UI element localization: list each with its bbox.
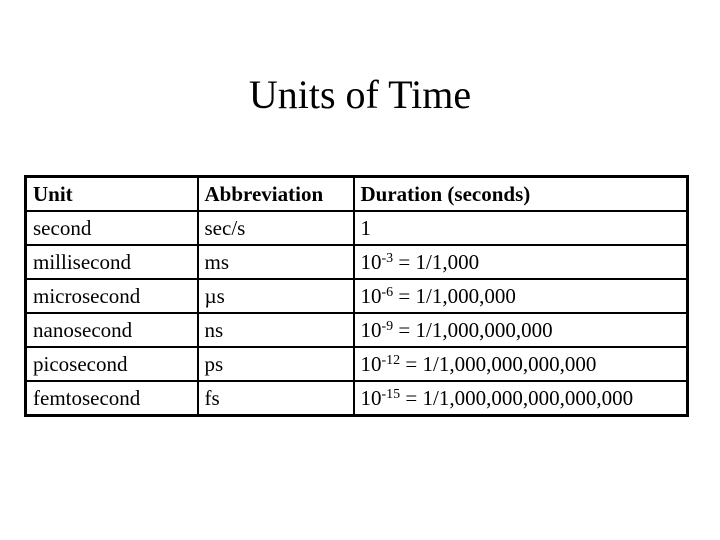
table-row: microsecond µs 10-6 = 1/1,000,000 <box>24 278 689 314</box>
duration-fraction: = 1/1,000,000,000,000,000 <box>400 385 634 410</box>
duration-exponent: -15 <box>381 386 401 402</box>
slide-title: Units of Time <box>248 72 472 117</box>
table-row: femtosecond fs 10-15 = 1/1,000,000,000,0… <box>24 380 689 417</box>
unit-cell: microsecond <box>24 278 199 314</box>
unit-cell: picosecond <box>24 346 199 382</box>
duration-base: 1 <box>360 215 372 240</box>
unit-cell: second <box>24 210 199 246</box>
duration-cell: 10-12 = 1/1,000,000,000,000 <box>352 346 689 382</box>
duration-base: 10 <box>360 249 382 274</box>
duration-exponent: -3 <box>381 250 394 266</box>
duration-cell: 10-3 = 1/1,000 <box>352 244 689 280</box>
duration-fraction: = 1/1,000 <box>393 249 480 274</box>
abbreviation-cell: µs <box>196 278 355 314</box>
duration-cell: 10-6 = 1/1,000,000 <box>352 278 689 314</box>
unit-cell: femtosecond <box>24 380 199 417</box>
duration-fraction: = 1/1,000,000,000,000 <box>400 351 597 376</box>
duration-base: 10 <box>360 283 382 308</box>
duration-base: 10 <box>360 385 382 410</box>
abbreviation-cell: ms <box>196 244 355 280</box>
abbreviation-cell: ns <box>196 312 355 348</box>
units-of-time-table: Unit Abbreviation Duration (seconds) sec… <box>24 175 689 417</box>
unit-cell: nanosecond <box>24 312 199 348</box>
header-unit: Unit <box>24 175 199 212</box>
duration-cell: 1 <box>352 210 689 246</box>
duration-exponent: -12 <box>381 352 401 368</box>
duration-cell: 10-9 = 1/1,000,000,000 <box>352 312 689 348</box>
abbreviation-cell: ps <box>196 346 355 382</box>
table-row: nanosecond ns 10-9 = 1/1,000,000,000 <box>24 312 689 348</box>
duration-cell: 10-15 = 1/1,000,000,000,000,000 <box>352 380 689 417</box>
duration-exponent: -6 <box>381 284 394 300</box>
header-abbreviation: Abbreviation <box>196 175 355 212</box>
table-row: second sec/s 1 <box>24 210 689 246</box>
duration-fraction: = 1/1,000,000,000 <box>393 317 553 342</box>
duration-exponent: -9 <box>381 318 394 334</box>
duration-fraction: = 1/1,000,000 <box>393 283 516 308</box>
table-header-row: Unit Abbreviation Duration (seconds) <box>24 175 689 212</box>
header-duration: Duration (seconds) <box>352 175 689 212</box>
table-row: millisecond ms 10-3 = 1/1,000 <box>24 244 689 280</box>
abbreviation-cell: sec/s <box>196 210 355 246</box>
table-row: picosecond ps 10-12 = 1/1,000,000,000,00… <box>24 346 689 382</box>
duration-base: 10 <box>360 351 382 376</box>
abbreviation-cell: fs <box>196 380 355 417</box>
unit-cell: millisecond <box>24 244 199 280</box>
duration-base: 10 <box>360 317 382 342</box>
